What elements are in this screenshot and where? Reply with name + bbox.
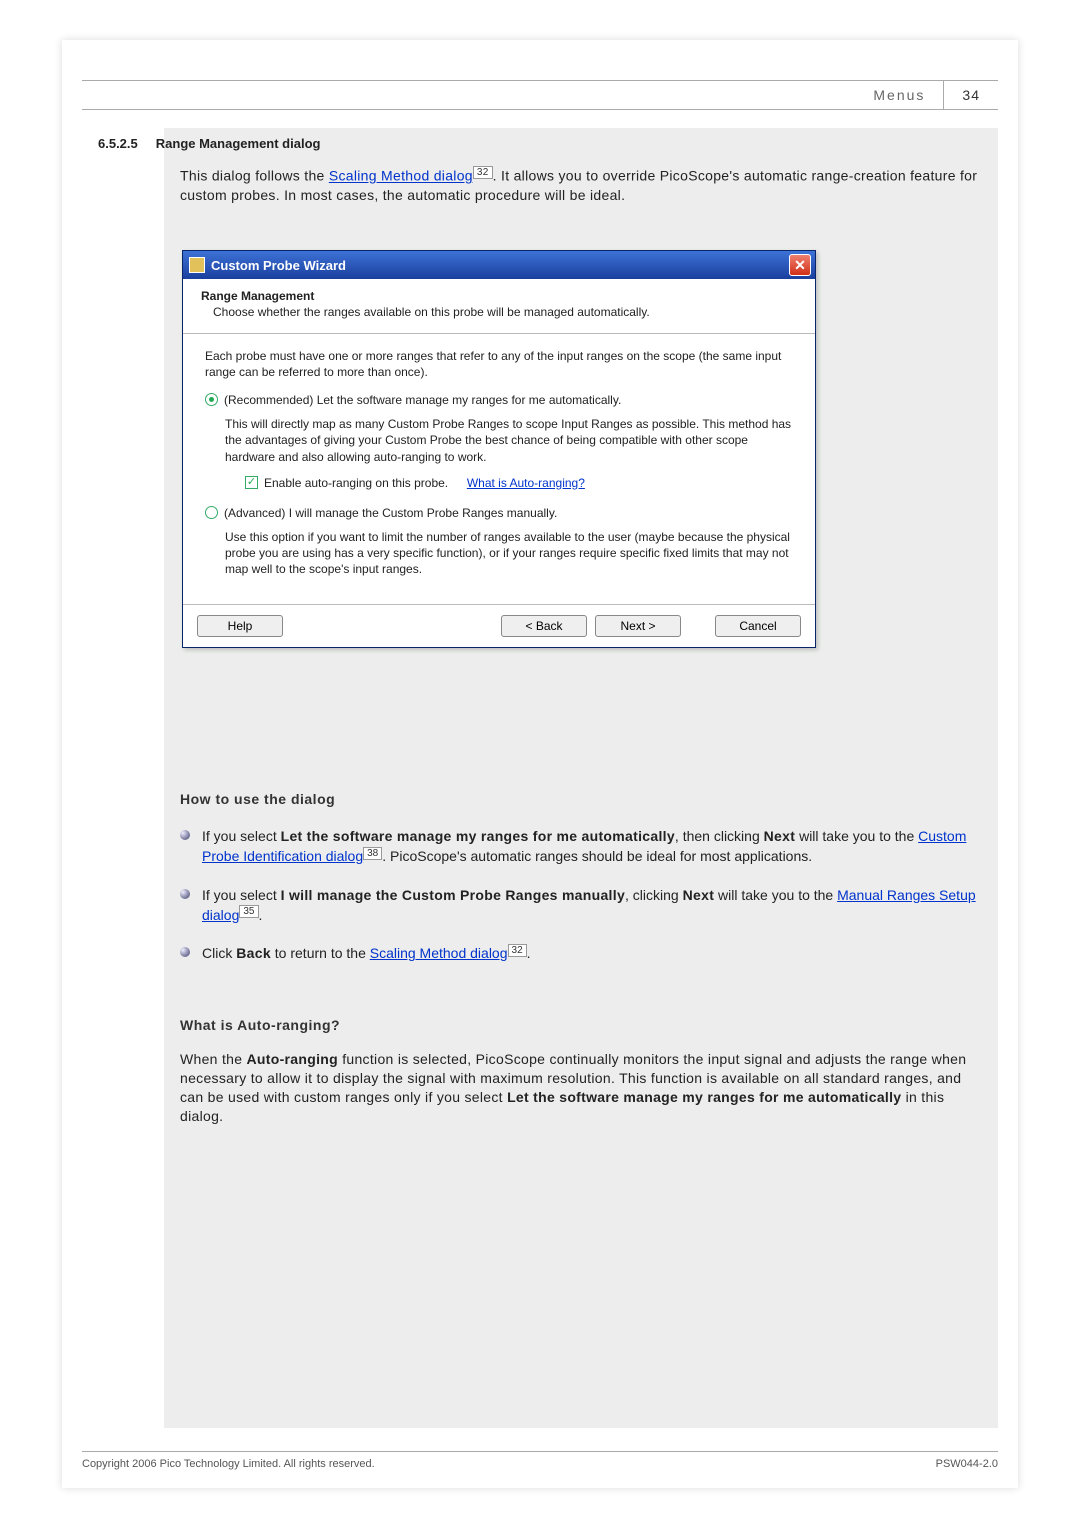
- what-is-auto-ranging-link[interactable]: What is Auto-ranging?: [467, 475, 585, 491]
- option-manual-label: (Advanced) I will manage the Custom Prob…: [224, 505, 557, 521]
- wizard-titlebar: Custom Probe Wizard ✕: [183, 251, 815, 279]
- scaling-method-link-2[interactable]: Scaling Method dialog: [370, 945, 508, 961]
- section-number: 6.5.2.5: [98, 136, 138, 151]
- wizard-icon: [189, 257, 205, 273]
- option-manual-row: (Advanced) I will manage the Custom Prob…: [205, 505, 793, 521]
- option-auto-row: (Recommended) Let the software manage my…: [205, 392, 793, 408]
- bullet-icon: [180, 889, 190, 899]
- cancel-button[interactable]: Cancel: [715, 615, 801, 637]
- ref-badge: 32: [473, 166, 493, 179]
- bullet-2-text: If you select I will manage the Custom P…: [202, 885, 982, 926]
- wizard-header: Range Management Choose whether the rang…: [183, 279, 815, 334]
- wizard-footer: Help < Back Next > Cancel: [183, 604, 815, 647]
- help-button[interactable]: Help: [197, 615, 283, 637]
- section-title: Range Management dialog: [156, 136, 321, 151]
- option-auto-label: (Recommended) Let the software manage my…: [224, 392, 621, 408]
- checkbox-auto-ranging[interactable]: [245, 476, 258, 489]
- page-header: Menus 34: [82, 80, 998, 110]
- bullet-2: If you select I will manage the Custom P…: [180, 885, 982, 926]
- option-auto-description: This will directly map as many Custom Pr…: [205, 416, 793, 465]
- whatis-heading: What is Auto-ranging?: [180, 1016, 982, 1035]
- close-icon[interactable]: ✕: [789, 254, 811, 276]
- bullet-1: If you select Let the software manage my…: [180, 826, 982, 867]
- intro-paragraph: This dialog follows the Scaling Method d…: [180, 166, 982, 204]
- header-right: Menus 34: [873, 81, 998, 109]
- copyright: Copyright 2006 Pico Technology Limited. …: [82, 1458, 375, 1470]
- back-button[interactable]: < Back: [501, 615, 587, 637]
- scaling-method-link[interactable]: Scaling Method dialog: [329, 168, 473, 184]
- whatis-paragraph: When the Auto-ranging function is select…: [180, 1050, 982, 1126]
- section-label: Menus: [873, 87, 943, 103]
- wizard-header-subtitle: Choose whether the ranges available on t…: [201, 305, 797, 321]
- howto-bullets: If you select Let the software manage my…: [180, 826, 982, 981]
- bullet-1-text: If you select Let the software manage my…: [202, 826, 982, 867]
- radio-manual[interactable]: [205, 506, 218, 519]
- bullet-icon: [180, 947, 190, 957]
- auto-ranging-checkbox-row: Enable auto-ranging on this probe. What …: [205, 475, 793, 491]
- howto-heading: How to use the dialog: [180, 790, 982, 809]
- section-heading-row: 6.5.2.5 Range Management dialog: [98, 136, 320, 151]
- custom-probe-wizard: Custom Probe Wizard ✕ Range Management C…: [182, 250, 816, 648]
- page-footer: Copyright 2006 Pico Technology Limited. …: [82, 1451, 998, 1470]
- wizard-intro: Each probe must have one or more ranges …: [205, 348, 793, 380]
- next-button[interactable]: Next >: [595, 615, 681, 637]
- intro-pre: This dialog follows the: [180, 168, 329, 184]
- bullet-3-text: Click Back to return to the Scaling Meth…: [202, 943, 531, 963]
- wizard-header-title: Range Management: [201, 289, 797, 303]
- page-number: 34: [943, 81, 998, 109]
- checkbox-label: Enable auto-ranging on this probe.: [264, 475, 448, 491]
- wizard-body: Each probe must have one or more ranges …: [183, 334, 815, 604]
- bullet-icon: [180, 830, 190, 840]
- wizard-title: Custom Probe Wizard: [211, 258, 346, 273]
- option-manual-description: Use this option if you want to limit the…: [205, 529, 793, 578]
- document-page: Menus 34 6.5.2.5 Range Management dialog…: [62, 40, 1018, 1488]
- doc-id: PSW044-2.0: [936, 1458, 998, 1470]
- bullet-3: Click Back to return to the Scaling Meth…: [180, 943, 982, 963]
- radio-auto[interactable]: [205, 393, 218, 406]
